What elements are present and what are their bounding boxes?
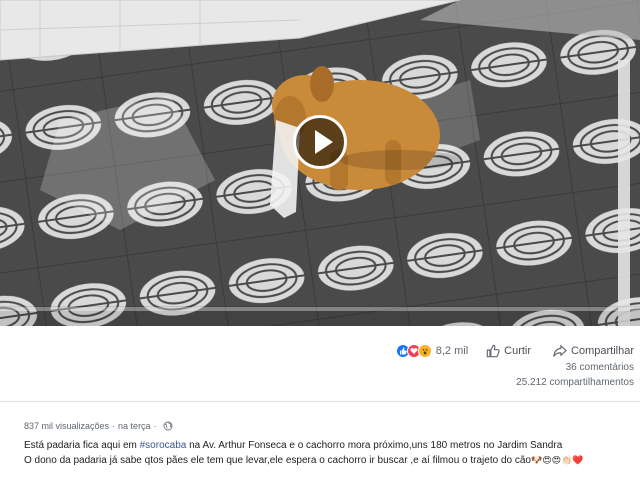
share-button[interactable]: Compartilhar [553,344,634,358]
post-actions: 8,2 mil Curtir Compartilhar [395,342,634,360]
reactions-summary[interactable]: 8,2 mil [395,344,468,358]
play-icon [315,130,333,154]
post-caption: Está padaria fica aqui em #sorocaba na A… [24,439,632,468]
hashtag-link[interactable]: #sorocaba [140,440,187,451]
caption-line-1: Está padaria fica aqui em #sorocaba na A… [24,439,632,453]
caption-text: Está padaria fica aqui em [24,440,140,451]
reaction-count[interactable]: 8,2 mil [436,345,468,357]
view-count: 837 mil visualizações [24,421,110,431]
separator: · [153,421,157,431]
share-icon [553,345,567,357]
comments-count[interactable]: 36 comentários [566,362,634,373]
caption-emojis: 🐶😍😍👏🏻❤️ [530,455,584,465]
video-player[interactable] [0,0,640,326]
globe-icon[interactable] [163,421,173,431]
shares-count[interactable]: 25.212 compartilhamentos [516,377,634,388]
thumbs-up-icon [486,344,500,358]
wow-icon [417,344,432,358]
caption-text: O dono da padaria já sabe qtos pães ele … [24,455,531,466]
caption-line-2: O dono da padaria já sabe qtos pães ele … [24,453,632,468]
play-button[interactable] [293,115,347,169]
like-label: Curtir [504,345,532,357]
post-info: 837 mil visualizações · na terça · [24,421,173,431]
separator: · [112,421,116,431]
share-label: Compartilhar [571,345,634,357]
post-time[interactable]: na terça [118,421,151,431]
video-progress-bar[interactable] [0,307,640,311]
caption-text: na Av. Arthur Fonseca e o cachorro mora … [186,440,563,451]
divider [0,401,640,402]
like-button[interactable]: Curtir [486,344,531,358]
